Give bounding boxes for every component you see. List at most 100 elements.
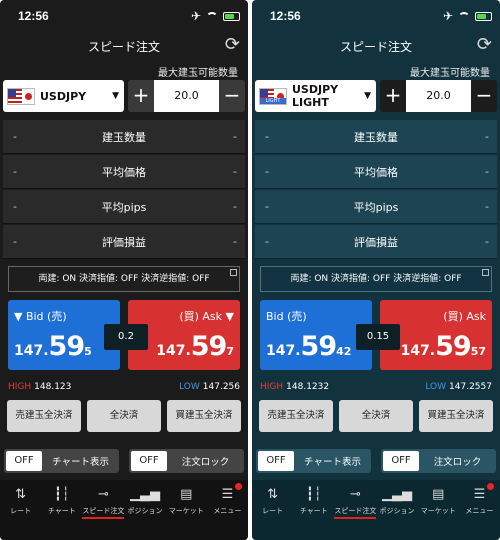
row-label: 評価損益 [102, 235, 146, 249]
refresh-icon[interactable]: ⟳ [225, 34, 240, 55]
tab-market[interactable]: ▤ マーケット [166, 486, 207, 540]
row-label: 平均pips [101, 200, 147, 214]
tab-rate[interactable]: ⇅ レート [0, 486, 41, 540]
tab-position[interactable]: ▁▃▅ ポジション [376, 486, 417, 540]
tab-rate[interactable]: ⇅ レート [252, 486, 293, 540]
news-icon: ▤ [432, 487, 445, 502]
quantity-input[interactable]: 20.0 [154, 80, 219, 112]
currency-pair-selector[interactable]: LIGHT USDJPY LIGHT ▼ [255, 80, 376, 112]
wifi-icon [458, 11, 470, 21]
status-bar: 12:56 ✈ [252, 0, 500, 32]
order-lock-toggle[interactable]: OFF 注文ロック [129, 449, 244, 473]
unrealized-pl-row: - 評価損益 - [255, 225, 497, 259]
tab-bar: ⇅ レート ┇┆ チャート ⊸ スピード注文 ▁▃▅ ポジション ▤ マーケット ☰ メニュ… [252, 480, 500, 540]
menu-icon: ☰ [221, 487, 234, 502]
battery-icon [223, 11, 240, 21]
tab-chart[interactable]: ┇┆ チャート [293, 486, 334, 540]
quantity-input[interactable]: 20.0 [406, 80, 471, 112]
increase-button[interactable]: + [380, 80, 406, 112]
average-pips-row: - 平均pips - [3, 190, 245, 224]
airplane-icon: ✈ [190, 9, 201, 23]
high-price: HIGH 148.123 [8, 382, 72, 392]
spread-value: 0.15 [356, 324, 400, 350]
ask-label: (買) Ask [443, 310, 486, 323]
tab-menu[interactable]: ☰ メニュー [459, 483, 500, 540]
order-settings-bar[interactable]: 両建: ON 決済指値: OFF 決済逆指値: OFF [260, 266, 492, 292]
close-all-sell-button[interactable]: 売建玉全決済 [7, 400, 81, 432]
currency-pair-name: USDJPY [40, 89, 87, 103]
tab-speed-order[interactable]: ⊸ スピード注文 [334, 486, 377, 540]
average-price-row: - 平均価格 - [255, 155, 497, 189]
high-price: HIGH 148.1232 [260, 382, 330, 392]
close-all-buy-button[interactable]: 買建玉全決済 [167, 400, 241, 432]
speed-order-icon: ⊸ [97, 487, 109, 502]
external-link-icon [230, 269, 237, 276]
usdjpy-flag-icon [7, 87, 35, 105]
tab-chart[interactable]: ┇┆ チャート [41, 486, 82, 540]
spread-value: 0.2 [104, 324, 148, 350]
currency-pair-selector[interactable]: USDJPY ▼ [3, 80, 124, 112]
row-label: 評価損益 [354, 235, 398, 249]
unrealized-pl-row: - 評価損益 - [3, 225, 245, 259]
quantity-stepper: + 20.0 − [380, 80, 497, 112]
wifi-icon [206, 11, 218, 21]
news-icon: ▤ [180, 487, 193, 502]
close-all-buy-button[interactable]: 買建玉全決済 [419, 400, 493, 432]
light-badge: LIGHT [260, 97, 286, 104]
chart-display-toggle[interactable]: OFF チャート表示 [256, 449, 371, 473]
average-price-row: - 平均価格 - [3, 155, 245, 189]
page-title: スピード注文 [339, 40, 412, 54]
bid-label: Bid (売) [266, 310, 307, 323]
order-settings-bar[interactable]: 両建: ON 決済指値: OFF 決済逆指値: OFF [8, 266, 240, 292]
tab-market[interactable]: ▤ マーケット [418, 486, 459, 540]
position-quantity-row: - 建玉数量 - [255, 120, 497, 154]
tab-position[interactable]: ▁▃▅ ポジション [124, 486, 165, 540]
close-all-sell-button[interactable]: 売建玉全決済 [259, 400, 333, 432]
caret-down-icon: ▼ [364, 91, 371, 101]
row-label: 平均価格 [354, 165, 398, 179]
low-price: LOW 147.2557 [425, 382, 492, 392]
bar-chart-icon: ▁▃▅ [130, 487, 160, 502]
caret-down-icon: ▼ [112, 91, 119, 101]
notification-badge [487, 483, 495, 490]
order-lock-toggle[interactable]: OFF 注文ロック [381, 449, 496, 473]
usdjpy-flag-icon: LIGHT [259, 87, 287, 105]
tab-menu[interactable]: ☰ メニュー [207, 483, 248, 540]
row-label: 建玉数量 [102, 130, 146, 144]
position-quantity-row: - 建玉数量 - [3, 120, 245, 154]
refresh-icon[interactable]: ⟳ [477, 34, 492, 55]
screen-light: 12:56 ✈ スピード注文 ⟳ 最大建玉可能数量 LIGHT USDJPY L… [252, 0, 500, 540]
ask-price: 147.5957 [400, 331, 486, 362]
ask-label: (買) Ask ▼ [179, 310, 234, 323]
arrows-updown-icon: ⇅ [267, 487, 279, 502]
battery-icon [475, 11, 492, 21]
settings-text: 両建: ON 決済指値: OFF 決済逆指値: OFF [290, 274, 462, 284]
bar-chart-icon: ▁▃▅ [382, 487, 412, 502]
screen-standard: 12:56 ✈ スピード注文 ⟳ 最大建玉可能数量 USDJPY ▼ + 20.… [0, 0, 248, 540]
page-title: スピード注文 [87, 40, 160, 54]
bid-label: ▼ Bid (売) [14, 310, 67, 323]
row-label: 建玉数量 [354, 130, 398, 144]
menu-icon: ☰ [473, 487, 486, 502]
increase-button[interactable]: + [128, 80, 154, 112]
close-all-button[interactable]: 全決済 [339, 400, 413, 432]
status-time: 12:56 [18, 9, 49, 23]
speed-order-icon: ⊸ [349, 487, 361, 502]
nav-bar: スピード注文 ⟳ [0, 32, 248, 58]
tab-bar: ⇅ レート ┇┆ チャート ⊸ スピード注文 ▁▃▅ ポジション ▤ マーケット ☰ メニュ… [0, 480, 248, 540]
max-quantity-label: 最大建玉可能数量 [158, 68, 238, 79]
max-quantity-label: 最大建玉可能数量 [410, 68, 490, 79]
status-time: 12:56 [270, 9, 301, 23]
airplane-icon: ✈ [442, 9, 453, 23]
candlestick-icon: ┇┆ [53, 487, 70, 502]
close-all-button[interactable]: 全決済 [87, 400, 161, 432]
low-price: LOW 147.256 [179, 382, 240, 392]
tab-speed-order[interactable]: ⊸ スピード注文 [82, 486, 125, 540]
currency-pair-name: USDJPY LIGHT [292, 83, 339, 109]
decrease-button[interactable]: − [471, 80, 497, 112]
notification-badge [235, 483, 243, 490]
decrease-button[interactable]: − [219, 80, 245, 112]
bid-price: 147.595 [14, 331, 92, 362]
chart-display-toggle[interactable]: OFF チャート表示 [4, 449, 119, 473]
external-link-icon [482, 269, 489, 276]
